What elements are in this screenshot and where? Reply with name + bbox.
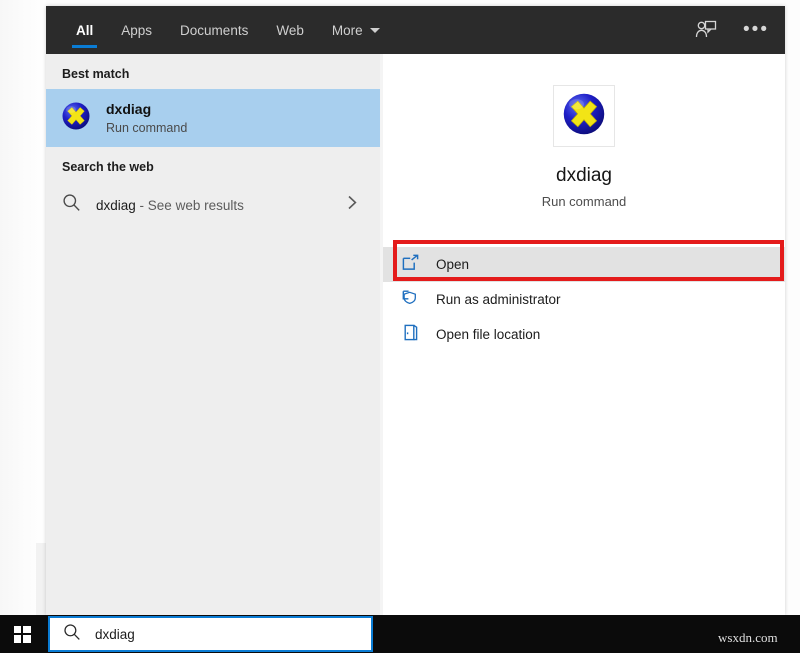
tab-all[interactable]: All [62, 6, 107, 54]
tab-more[interactable]: More [318, 6, 394, 54]
best-match-texts: dxdiag Run command [106, 101, 187, 135]
taskbar-search-input[interactable]: dxdiag [95, 627, 135, 642]
start-search-flyout: All Apps Documents Web More [46, 6, 785, 615]
best-match-result-dxdiag[interactable]: dxdiag Run command [46, 89, 380, 147]
best-match-label: Best match [46, 54, 380, 89]
folder-open-icon [402, 324, 419, 346]
action-open-label: Open [436, 257, 469, 272]
windows-start-icon[interactable] [0, 615, 44, 653]
directx-diagnostic-icon [560, 90, 608, 143]
app-preview-pane: dxdiag Run command Open [383, 54, 785, 615]
preview-icon-frame [553, 85, 615, 147]
action-open-file-location-label: Open file location [436, 327, 540, 342]
ellipsis-icon[interactable]: ••• [743, 17, 769, 43]
tab-web[interactable]: Web [262, 6, 318, 54]
preview-subtitle: Run command [542, 194, 627, 209]
action-open-file-location[interactable]: Open file location [383, 317, 785, 352]
chevron-down-icon [370, 28, 380, 33]
web-result-text: dxdiag - See web results [96, 198, 244, 213]
open-external-icon [402, 254, 419, 276]
windows-logo [14, 626, 31, 643]
taskbar-search-box[interactable]: dxdiag [48, 616, 373, 652]
preview-title: dxdiag [556, 165, 612, 187]
web-result-suffix: - See web results [136, 198, 244, 213]
tab-all-label: All [76, 23, 93, 38]
search-web-label: Search the web [46, 147, 380, 182]
search-icon [63, 623, 81, 646]
tab-documents[interactable]: Documents [166, 6, 262, 54]
header-actions: ••• [693, 6, 769, 54]
web-result-row[interactable]: dxdiag - See web results [46, 182, 380, 228]
feedback-person-icon[interactable] [693, 17, 719, 43]
directx-diagnostic-icon [60, 100, 92, 137]
best-match-title: dxdiag [106, 101, 187, 118]
action-run-as-administrator-label: Run as administrator [436, 292, 561, 307]
desktop-left-gradient [0, 0, 46, 615]
search-results-pane: Best match dxdiag [46, 54, 380, 615]
best-match-subtitle: Run command [106, 121, 187, 135]
search-filter-tabs: All Apps Documents Web More [62, 6, 394, 54]
app-actions-list: Open Run as administrator [383, 247, 785, 352]
tab-apps[interactable]: Apps [107, 6, 166, 54]
action-open[interactable]: Open [383, 247, 785, 282]
tab-documents-label: Documents [180, 23, 248, 38]
action-run-as-administrator[interactable]: Run as administrator [383, 282, 785, 317]
preview-header: dxdiag Run command [383, 54, 785, 209]
shield-icon [402, 289, 419, 311]
tab-active-indicator [72, 45, 97, 48]
search-icon [62, 193, 81, 217]
tab-web-label: Web [276, 23, 304, 38]
chevron-right-icon[interactable] [347, 195, 358, 216]
web-result-query: dxdiag [96, 198, 136, 213]
tab-apps-label: Apps [121, 23, 152, 38]
search-filter-header: All Apps Documents Web More [46, 6, 785, 54]
tab-more-label: More [332, 23, 363, 38]
